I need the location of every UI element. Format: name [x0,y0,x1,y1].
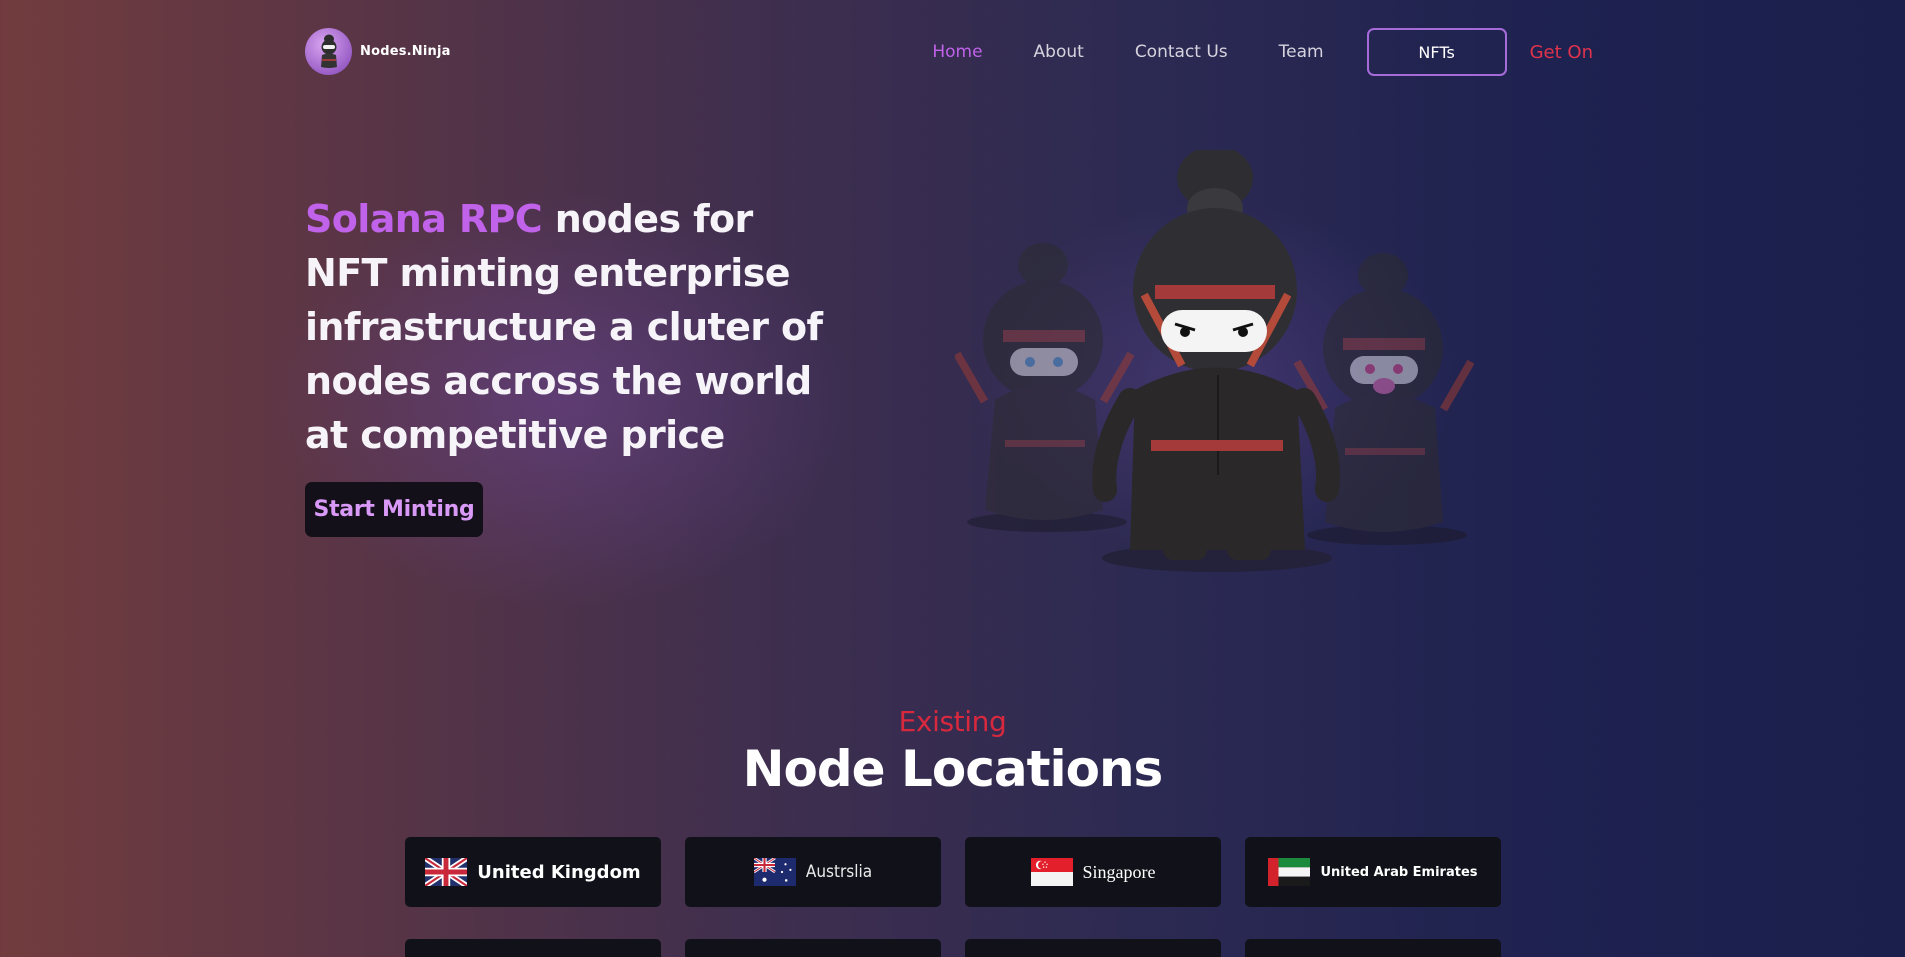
nav-contact-link[interactable]: Contact Us [1135,42,1228,62]
hero-title: Solana RPC nodes for NFT minting enterpr… [305,192,825,462]
page: Nodes.Ninja Home About Contact Us Team N… [0,0,1905,957]
uk-flag-icon [425,858,468,886]
ninja-illustration [953,146,1475,580]
nav-team-link[interactable]: Team [1279,42,1324,62]
location-card-singapore[interactable]: Singapore [965,837,1221,907]
location-card[interactable] [965,939,1221,957]
ninja-logo-icon [305,28,352,75]
start-minting-button[interactable]: Start Minting [305,482,483,537]
nfts-button[interactable]: NFTs [1366,28,1507,76]
logo[interactable]: Nodes.Ninja [305,28,451,75]
location-card[interactable] [685,939,941,957]
hero-title-accent: Solana RPC [305,197,543,241]
section-title: Node Locations [742,740,1164,798]
location-card-uk[interactable]: United Kingdom [405,837,661,907]
section-kicker: Existing [898,705,1007,738]
location-card-uae[interactable]: United Arab Emirates [1245,837,1501,907]
location-name: United Arab Emirates [1320,864,1478,880]
location-card-australia[interactable]: Austrslia [685,837,941,907]
location-name: Austrslia [805,862,873,882]
nav-home-link[interactable]: Home [932,42,982,62]
location-card[interactable] [1245,939,1501,957]
get-on-link[interactable]: Get On [1530,42,1593,63]
location-name: Singapore [1082,861,1156,882]
uae-flag-icon [1268,858,1311,886]
main-nav: Home About Contact Us Team NFTs Get On [881,28,1593,76]
location-name: United Kingdom [477,861,641,883]
brand-name: Nodes.Ninja [360,44,451,59]
site-header: Nodes.Ninja Home About Contact Us Team N… [305,28,1593,76]
australia-flag-icon [753,858,796,886]
singapore-flag-icon [1030,858,1073,886]
nav-about-link[interactable]: About [1034,42,1084,62]
location-card[interactable] [405,939,661,957]
